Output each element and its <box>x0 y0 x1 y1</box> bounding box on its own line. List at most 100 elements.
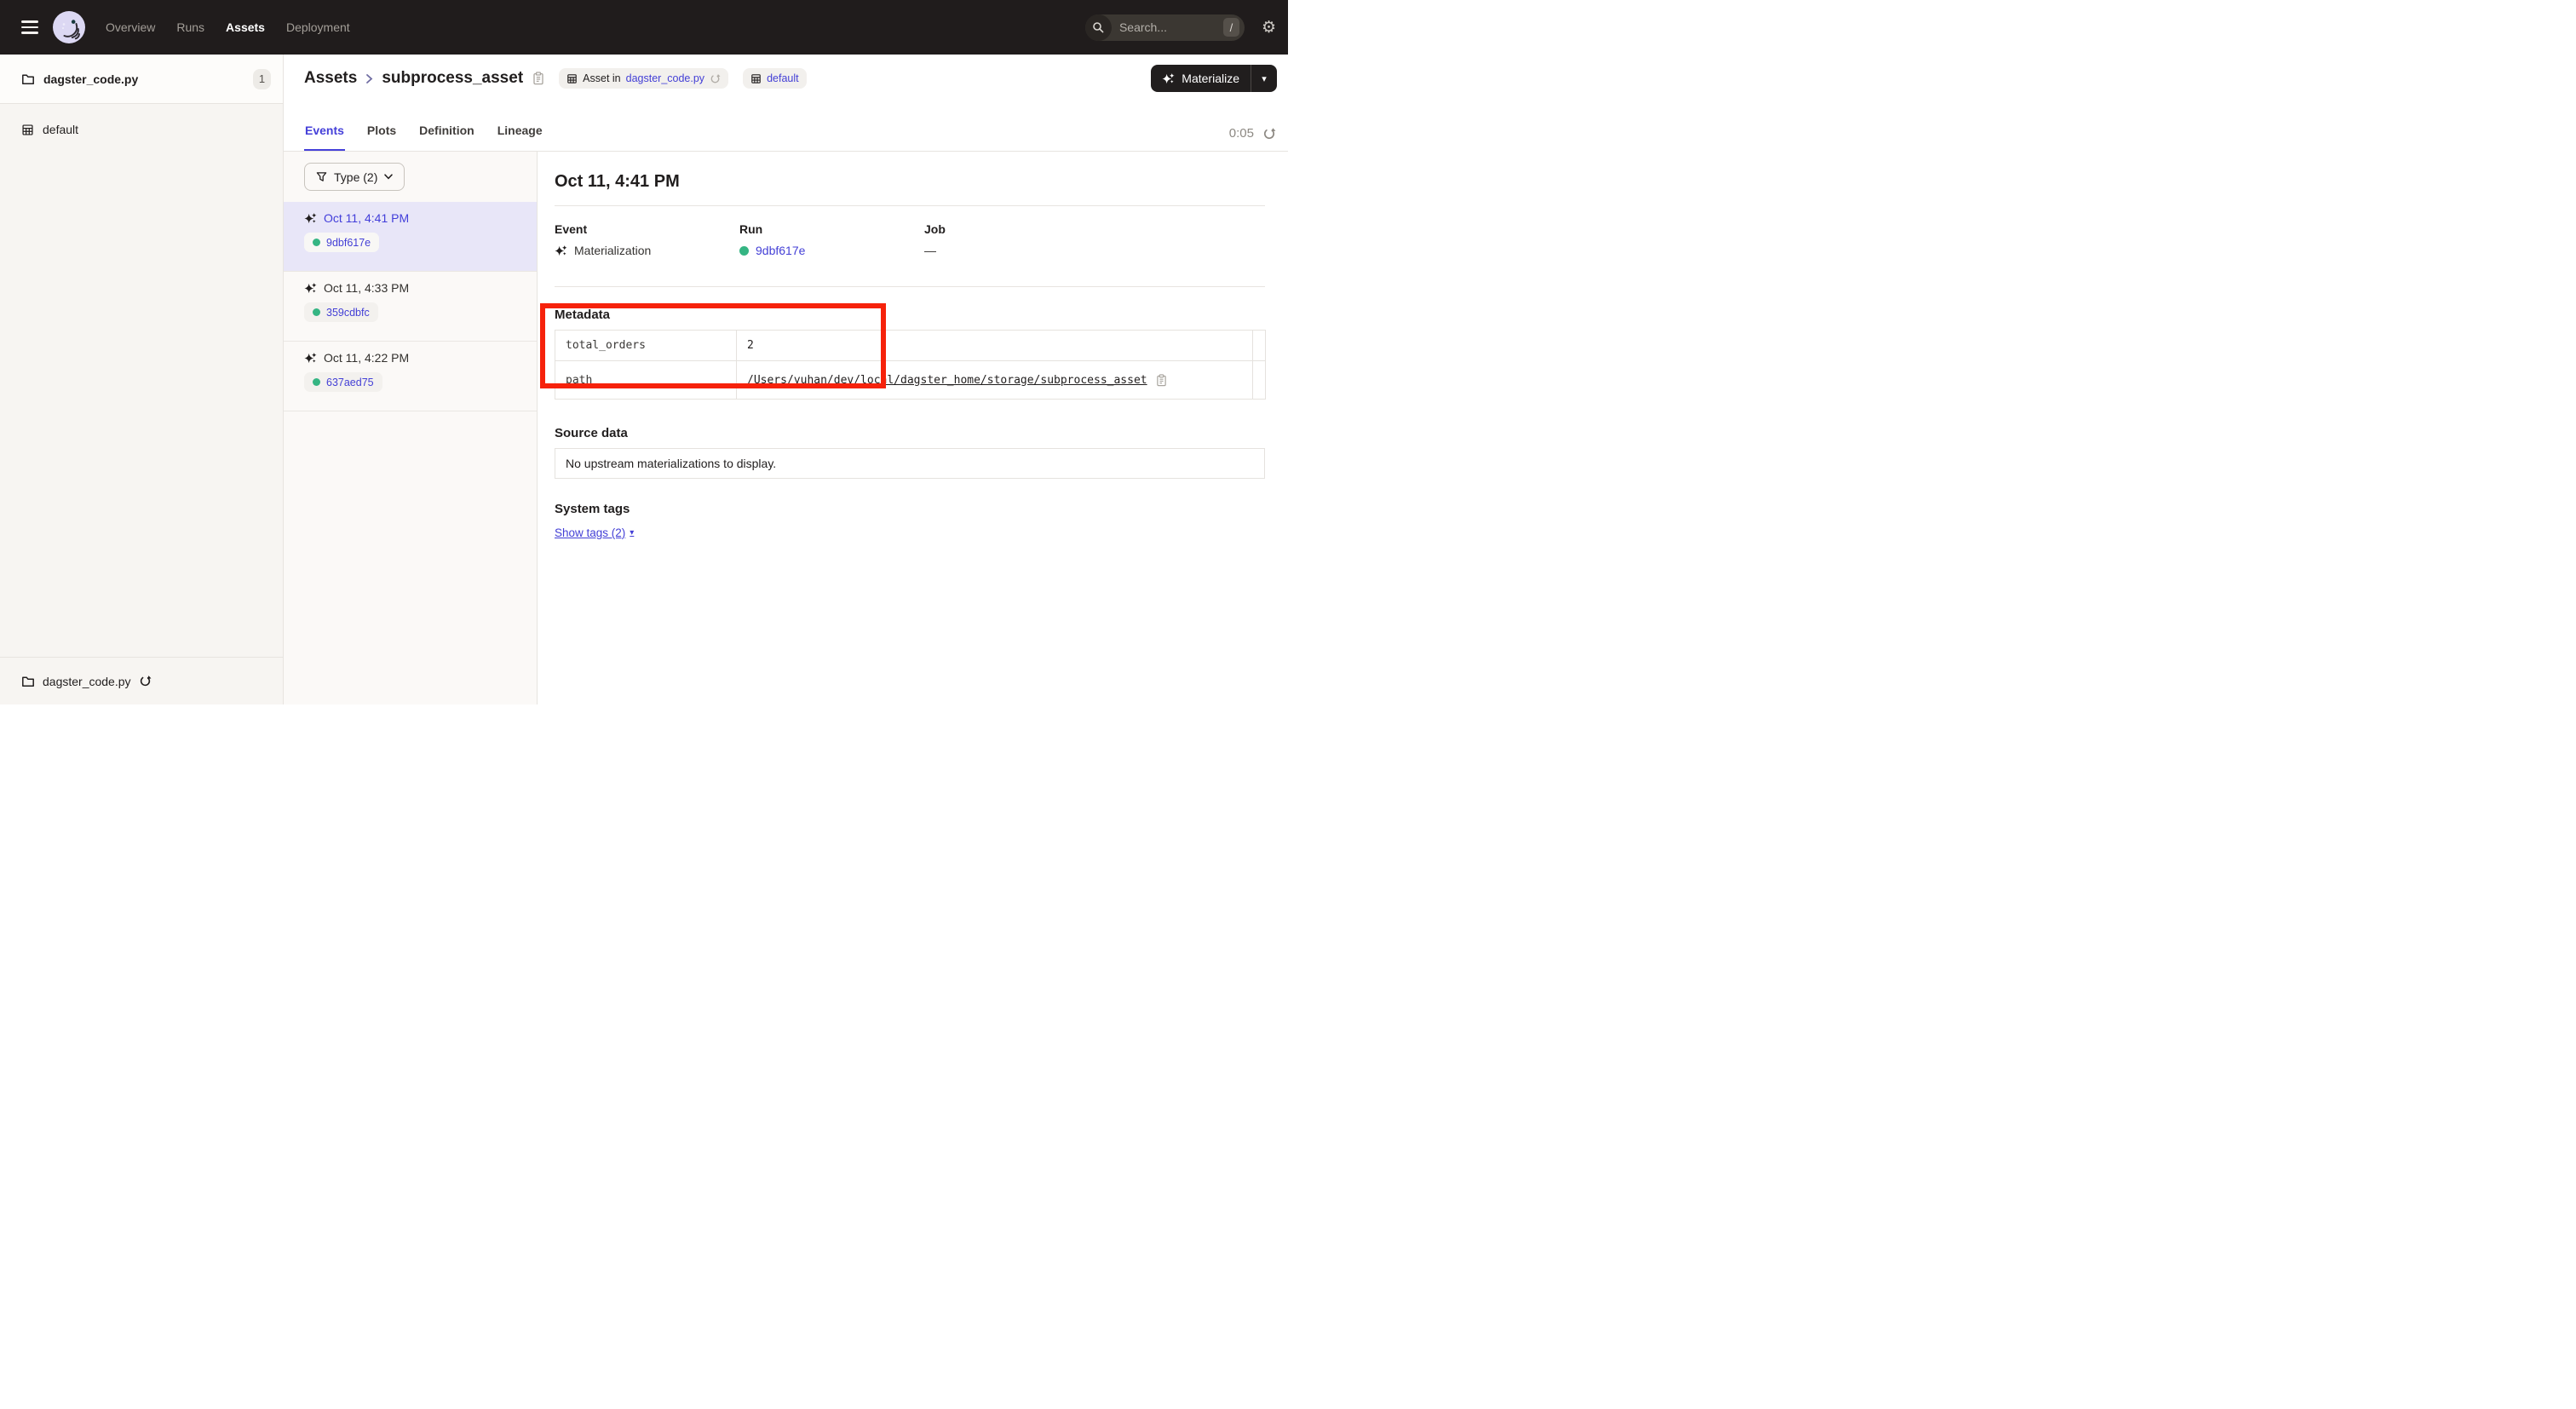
badge-prefix: Asset in <box>583 72 620 84</box>
asset-tabs: Events Plots Definition Lineage 0:05 <box>284 102 1288 152</box>
metadata-table: total_orders 2 path /Users/yuhan/dev/loc… <box>555 330 1266 400</box>
asset-group-badge[interactable]: default <box>743 68 807 89</box>
reload-icon[interactable] <box>1262 127 1276 141</box>
primary-nav: Overview Runs Assets Deployment <box>106 20 350 34</box>
table-row: total_orders 2 <box>555 331 1266 361</box>
event-timestamp: Oct 11, 4:33 PM <box>324 281 409 295</box>
breadcrumb: Assets subprocess_asset <box>304 68 807 89</box>
materialization-icon <box>555 244 567 257</box>
events-list-panel: Type (2) Oct 11, 4:41 PM <box>284 152 538 704</box>
event-detail-title: Oct 11, 4:41 PM <box>555 152 1265 192</box>
search-box[interactable]: / <box>1085 14 1245 41</box>
run-id-link[interactable]: 9dbf617e <box>756 244 805 257</box>
job-value: — <box>924 244 936 257</box>
sidebar-item-label: dagster_code.py <box>43 72 138 86</box>
grid-icon <box>750 73 762 84</box>
reload-icon[interactable] <box>710 73 721 84</box>
tab-lineage[interactable]: Lineage <box>497 124 543 151</box>
sidebar-item-default-group[interactable]: default <box>0 115 283 144</box>
materialize-button: Materialize ▾ <box>1151 65 1277 92</box>
asset-count-badge: 1 <box>253 69 271 89</box>
metadata-key: path <box>555 361 737 400</box>
badge-code-location-link[interactable]: dagster_code.py <box>626 72 704 84</box>
materialization-icon <box>304 212 317 225</box>
sidebar-item-label: dagster_code.py <box>43 675 131 688</box>
metadata-heading: Metadata <box>555 308 1265 322</box>
run-column-label: Run <box>739 222 924 236</box>
badge-group-link[interactable]: default <box>767 72 799 84</box>
main-panel: Assets subprocess_asset <box>284 55 1288 704</box>
show-tags-label: Show tags (2) <box>555 526 625 539</box>
nav-overview[interactable]: Overview <box>106 20 155 34</box>
run-status-dot <box>313 308 320 316</box>
materialize-dropdown-caret[interactable]: ▾ <box>1251 65 1277 92</box>
run-id: 9dbf617e <box>326 237 371 249</box>
type-filter-button[interactable]: Type (2) <box>304 163 405 191</box>
chevron-down-icon <box>384 174 393 180</box>
run-id-pill[interactable]: 359cdbfc <box>304 302 378 322</box>
tab-events[interactable]: Events <box>304 124 345 151</box>
gear-icon[interactable]: ⚙ <box>1262 20 1276 36</box>
event-type-value: Materialization <box>574 244 651 257</box>
refresh-countdown: 0:05 <box>1229 126 1254 141</box>
tab-plots[interactable]: Plots <box>366 124 397 151</box>
job-column-label: Job <box>924 222 1265 236</box>
dagster-logo[interactable] <box>53 11 85 43</box>
sparkle-icon <box>1162 72 1175 85</box>
top-nav: Overview Runs Assets Deployment / ⚙ <box>0 0 1288 55</box>
folder-icon <box>21 675 35 688</box>
search-input[interactable] <box>1112 20 1223 34</box>
sidebar: dagster_code.py 1 default dagster_code.p… <box>0 55 284 704</box>
sidebar-code-location-footer[interactable]: dagster_code.py <box>0 657 283 704</box>
run-id: 359cdbfc <box>326 307 370 319</box>
reload-icon[interactable] <box>139 675 152 687</box>
chevron-right-icon <box>365 73 373 84</box>
event-list-item[interactable]: Oct 11, 4:33 PM 359cdbfc <box>284 272 537 342</box>
search-icon <box>1085 14 1112 41</box>
event-detail-panel: Oct 11, 4:41 PM Event Materialization <box>538 152 1288 704</box>
grid-icon <box>566 73 578 84</box>
event-list-item[interactable]: Oct 11, 4:22 PM 637aed75 <box>284 342 537 411</box>
metadata-path-link[interactable]: /Users/yuhan/dev/local/dagster_home/stor… <box>747 374 1147 387</box>
sidebar-item-label: default <box>43 123 78 136</box>
nav-runs[interactable]: Runs <box>176 20 204 34</box>
type-filter-label: Type (2) <box>334 170 377 184</box>
run-status-dot <box>313 239 320 246</box>
event-timestamp: Oct 11, 4:22 PM <box>324 351 409 365</box>
nav-assets[interactable]: Assets <box>226 20 265 34</box>
asset-location-badge[interactable]: Asset in dagster_code.py <box>559 68 728 89</box>
copy-path-icon[interactable] <box>1156 374 1167 387</box>
tab-definition[interactable]: Definition <box>418 124 475 151</box>
grid-icon <box>21 124 34 136</box>
system-tags-heading: System tags <box>555 502 1265 516</box>
search-shortcut-key: / <box>1223 18 1239 37</box>
run-id: 637aed75 <box>326 377 374 388</box>
materialize-action[interactable]: Materialize <box>1151 65 1251 92</box>
folder-icon <box>21 72 35 86</box>
copy-asset-name-icon[interactable] <box>532 72 544 85</box>
run-id-pill[interactable]: 637aed75 <box>304 372 382 392</box>
caret-down-icon: ▾ <box>630 528 634 538</box>
breadcrumb-asset-name: subprocess_asset <box>382 69 523 88</box>
event-column-label: Event <box>555 222 739 236</box>
show-tags-toggle[interactable]: Show tags (2) ▾ <box>555 526 634 539</box>
metadata-value: 2 <box>737 331 1253 361</box>
run-status-dot <box>739 246 749 256</box>
source-data-empty-state: No upstream materializations to display. <box>555 448 1265 479</box>
materialization-icon <box>304 352 317 365</box>
event-list-item[interactable]: Oct 11, 4:41 PM 9dbf617e <box>284 202 537 272</box>
metadata-key: total_orders <box>555 331 737 361</box>
run-id-pill[interactable]: 9dbf617e <box>304 233 379 252</box>
run-status-dot <box>313 378 320 386</box>
materialize-label: Materialize <box>1182 72 1239 85</box>
source-data-heading: Source data <box>555 426 1265 440</box>
sidebar-item-code-location[interactable]: dagster_code.py 1 <box>0 55 283 104</box>
menu-icon[interactable] <box>21 20 38 34</box>
event-timestamp: Oct 11, 4:41 PM <box>324 211 409 225</box>
breadcrumb-assets[interactable]: Assets <box>304 69 357 88</box>
nav-deployment[interactable]: Deployment <box>286 20 350 34</box>
funnel-icon <box>316 171 327 182</box>
asset-header: Assets subprocess_asset <box>284 55 1288 102</box>
dagster-logo-icon <box>53 11 85 43</box>
table-row: path /Users/yuhan/dev/local/dagster_home… <box>555 361 1266 400</box>
